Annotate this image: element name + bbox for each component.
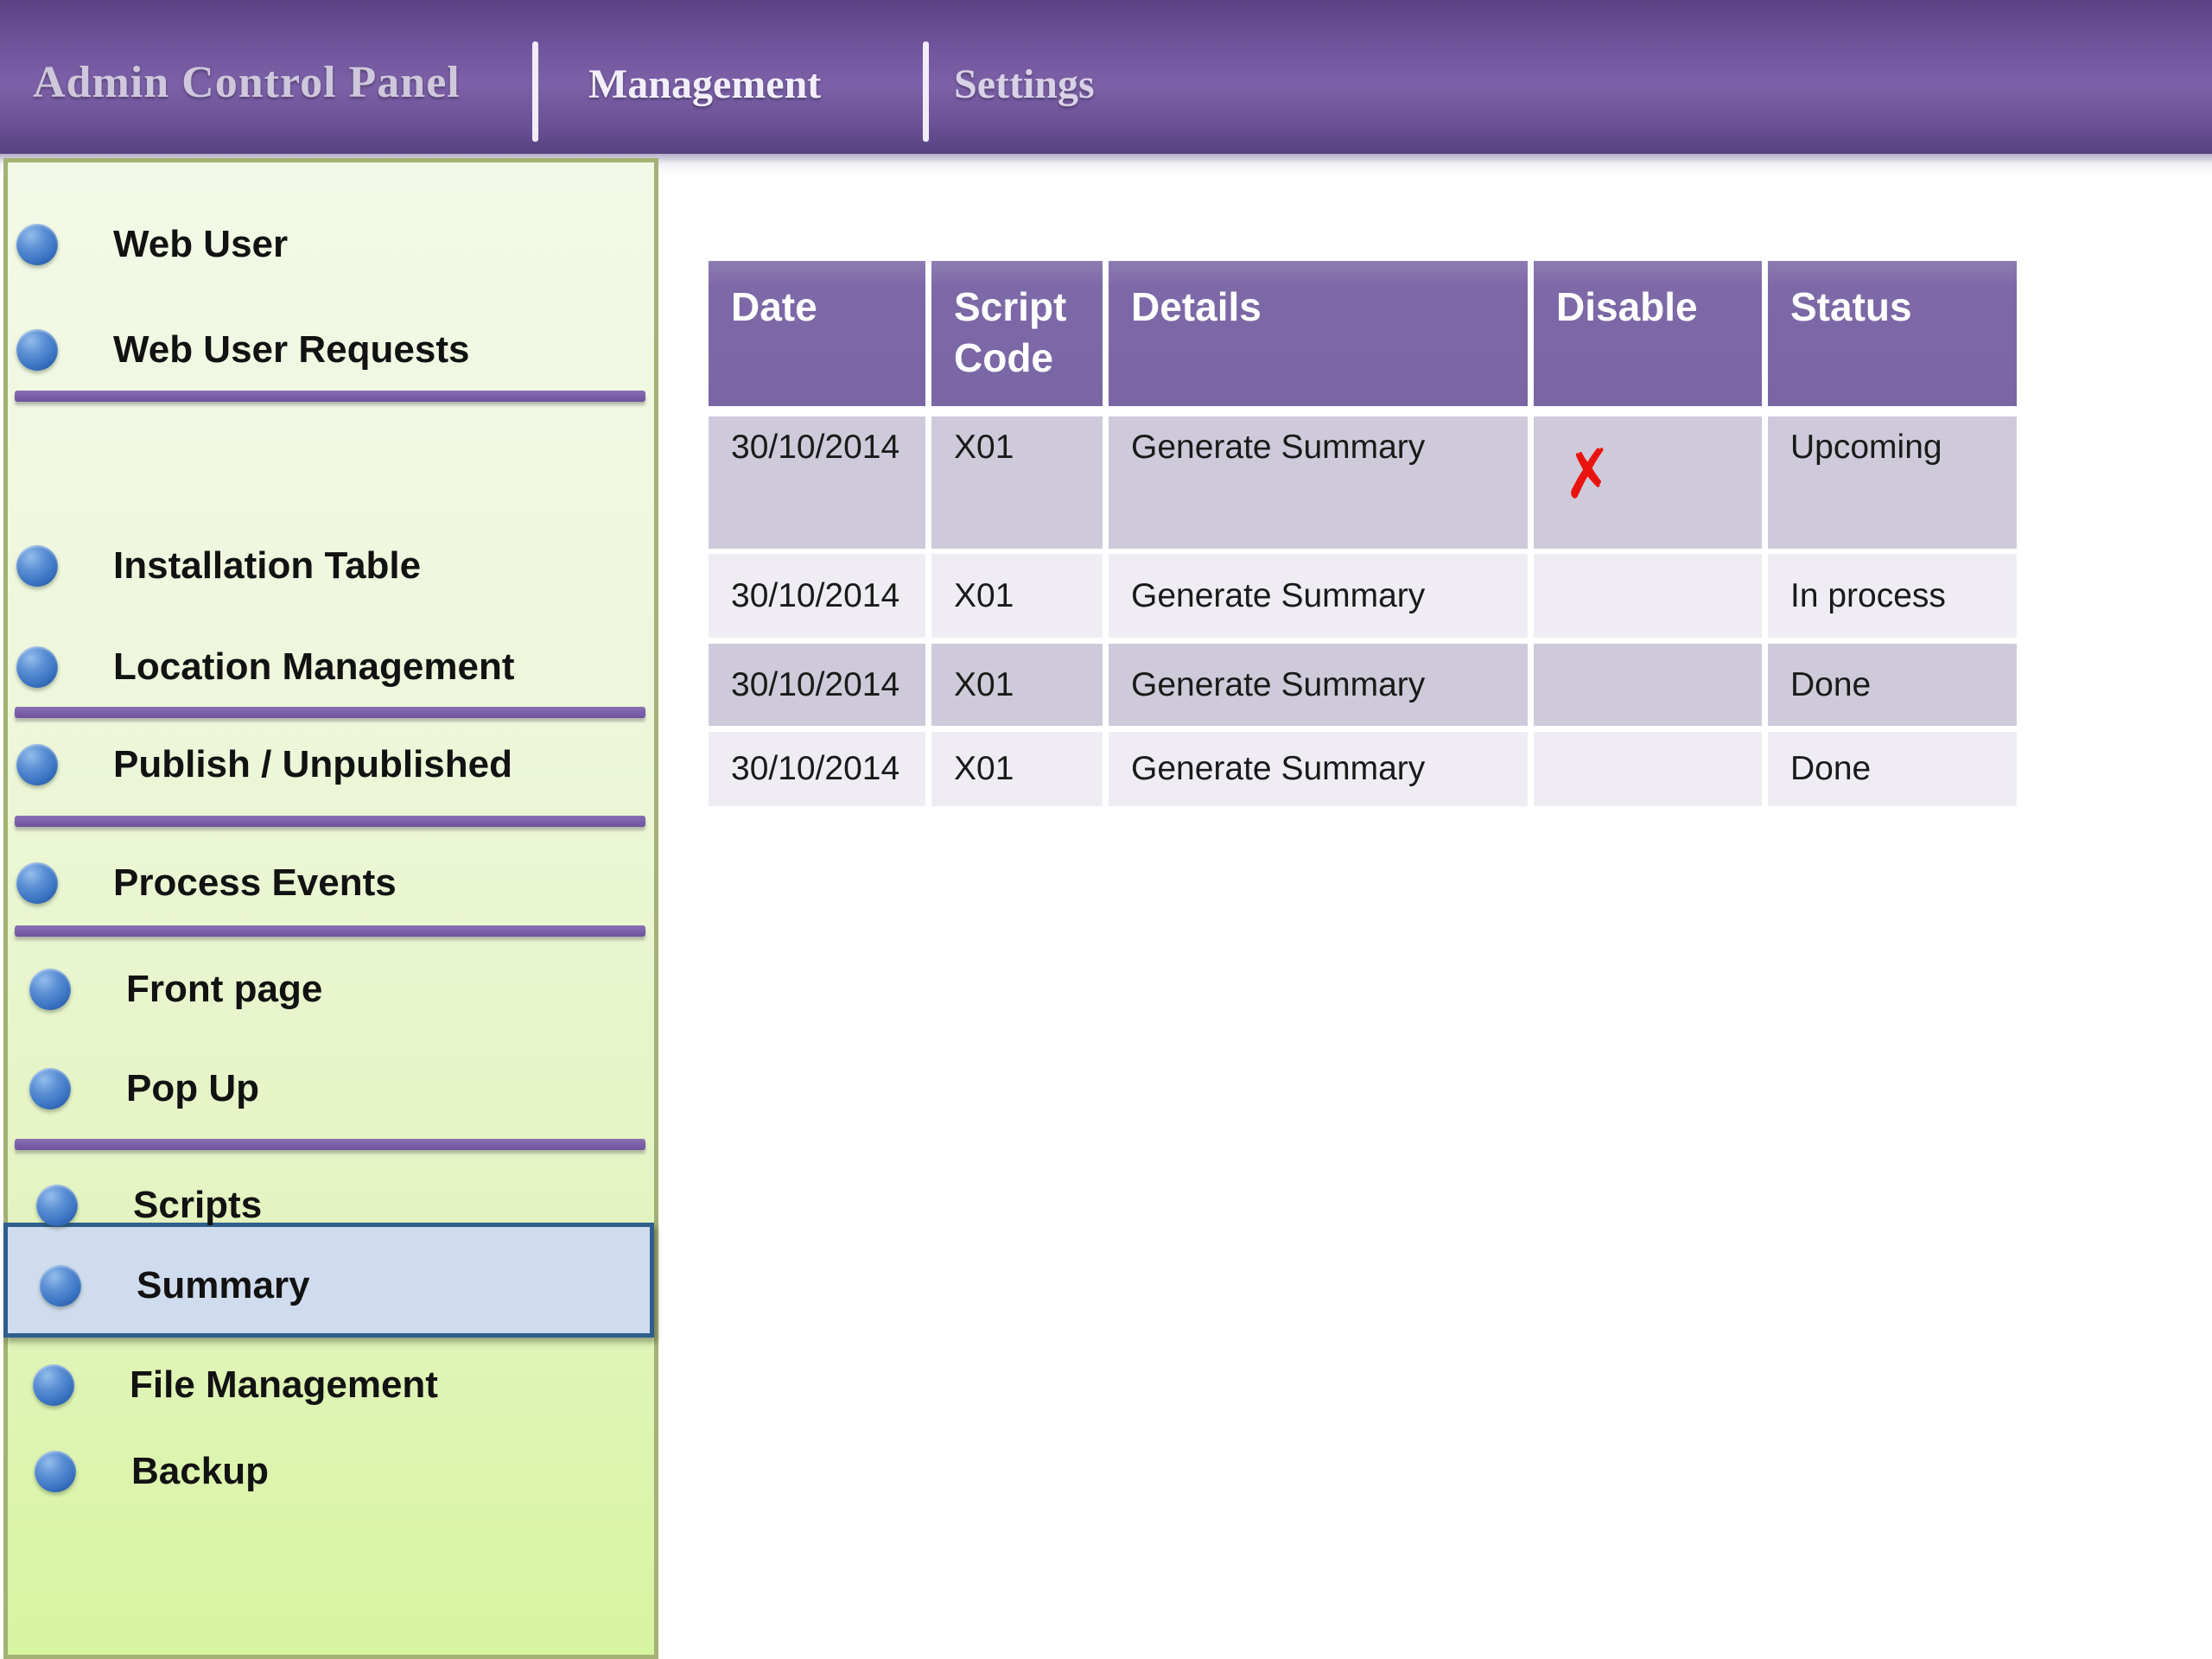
column-header-details: Details [1109, 261, 1528, 406]
bullet-icon [16, 545, 58, 587]
cell-disable [1534, 554, 1762, 638]
sidebar-item-label: Publish / Unpublished [113, 743, 512, 786]
sidebar-item-installation-table[interactable]: Installation Table [8, 540, 654, 592]
disable-x-icon[interactable]: ✗ [1558, 439, 1619, 509]
sidebar-item-publish-unpublished[interactable]: Publish / Unpublished [8, 739, 654, 791]
cell-date: 30/10/2014 [709, 416, 925, 549]
cell-date: 30/10/2014 [709, 644, 925, 726]
table-header-row: Date Script Code Details Disable Status [709, 261, 2018, 406]
sidebar-divider [15, 391, 645, 402]
sidebar-item-label: Installation Table [113, 544, 421, 588]
cell-status: Upcoming [1768, 416, 2017, 549]
sidebar-item-file-management[interactable]: File Management [8, 1359, 654, 1411]
sidebar-item-label: Web User [113, 223, 288, 266]
bullet-icon [35, 1451, 76, 1492]
sidebar-divider [15, 1139, 645, 1150]
sidebar-item-label: Front page [126, 968, 322, 1011]
bullet-icon [16, 646, 58, 688]
table-row: 30/10/2014 X01 Generate Summary Done [709, 732, 2018, 806]
sidebar-divider [15, 925, 645, 937]
bullet-icon [16, 224, 58, 265]
bullet-icon [29, 1068, 71, 1109]
header-separator [923, 41, 929, 142]
sidebar-item-pop-up[interactable]: Pop Up [8, 1063, 654, 1115]
cell-status: Done [1768, 644, 2017, 726]
sidebar-item-front-page[interactable]: Front page [8, 963, 654, 1015]
cell-details: Generate Summary [1109, 416, 1528, 549]
nav-management[interactable]: Management [588, 60, 821, 108]
table-row: 30/10/2014 X01 Generate Summary Done [709, 644, 2018, 726]
column-header-date: Date [709, 261, 925, 406]
cell-script-code: X01 [931, 644, 1103, 726]
sidebar: Web User Web User Requests Installation … [3, 158, 658, 1659]
column-header-disable: Disable [1534, 261, 1762, 406]
sidebar-item-process-events[interactable]: Process Events [8, 857, 654, 909]
sidebar-item-label: Backup [131, 1450, 269, 1493]
sidebar-item-label: Pop Up [126, 1067, 259, 1110]
sidebar-divider [15, 707, 645, 718]
app-title: Admin Control Panel [33, 57, 461, 108]
sidebar-divider [15, 816, 645, 827]
cell-disable [1534, 644, 1762, 726]
bullet-icon [33, 1364, 74, 1406]
cell-date: 30/10/2014 [709, 554, 925, 638]
sidebar-item-location-management[interactable]: Location Management [8, 641, 654, 693]
cell-date: 30/10/2014 [709, 732, 925, 806]
cell-details: Generate Summary [1109, 644, 1528, 726]
sidebar-item-scripts[interactable]: Scripts [8, 1179, 654, 1231]
cell-status: In process [1768, 554, 2017, 638]
nav-settings[interactable]: Settings [954, 60, 1095, 108]
cell-disable: ✗ [1534, 416, 1762, 549]
cell-disable [1534, 732, 1762, 806]
column-header-script-code: Script Code [931, 261, 1103, 406]
cell-status: Done [1768, 732, 2017, 806]
cell-script-code: X01 [931, 416, 1103, 549]
sidebar-item-label: Web User Requests [113, 328, 469, 372]
cell-script-code: X01 [931, 554, 1103, 638]
cell-details: Generate Summary [1109, 732, 1528, 806]
bullet-icon [40, 1265, 81, 1306]
cell-details: Generate Summary [1109, 554, 1528, 638]
bullet-icon [36, 1185, 78, 1226]
app-header: Admin Control Panel Management Settings [0, 0, 2212, 154]
sidebar-item-label: Process Events [113, 861, 397, 905]
sidebar-item-label: Location Management [113, 645, 515, 689]
table-row: 30/10/2014 X01 Generate Summary ✗ Upcomi… [709, 416, 2018, 549]
bullet-icon [16, 862, 58, 904]
bullet-icon [16, 329, 58, 371]
sidebar-item-web-user-requests[interactable]: Web User Requests [8, 324, 654, 376]
sidebar-item-summary[interactable]: Summary [8, 1260, 654, 1312]
summary-table: Date Script Code Details Disable Status … [709, 261, 2018, 806]
sidebar-item-label: File Management [130, 1363, 438, 1407]
sidebar-item-backup[interactable]: Backup [8, 1446, 654, 1497]
header-separator [532, 41, 538, 142]
sidebar-item-label: Scripts [133, 1184, 262, 1227]
table-row: 30/10/2014 X01 Generate Summary In proce… [709, 554, 2018, 638]
sidebar-item-web-user[interactable]: Web User [8, 219, 654, 270]
cell-script-code: X01 [931, 732, 1103, 806]
column-header-status: Status [1768, 261, 2017, 406]
bullet-icon [16, 744, 58, 785]
sidebar-item-label: Summary [137, 1264, 310, 1307]
bullet-icon [29, 969, 71, 1010]
